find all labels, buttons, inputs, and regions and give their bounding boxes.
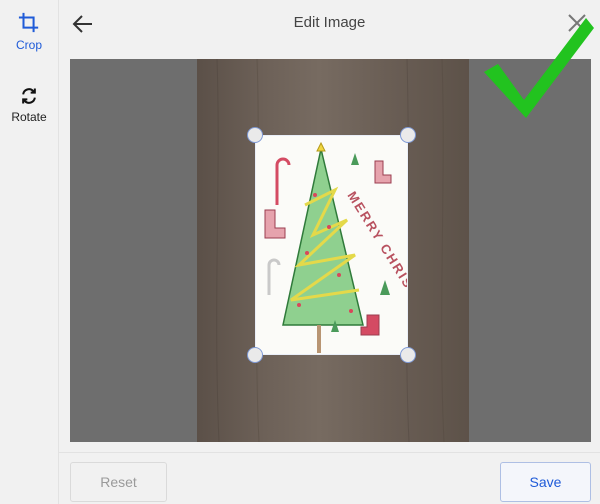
crop-handle-top-left[interactable] xyxy=(247,127,263,143)
rotate-tool-button[interactable]: Rotate xyxy=(0,86,58,124)
header-bar: Edit Image xyxy=(59,0,600,48)
crop-dim-left xyxy=(70,59,197,442)
close-icon xyxy=(568,14,586,32)
save-button[interactable]: Save xyxy=(500,462,591,502)
crop-handle-top-right[interactable] xyxy=(400,127,416,143)
crop-handle-bottom-left[interactable] xyxy=(247,347,263,363)
image-canvas: MERRY CHRISTMAS xyxy=(70,59,591,442)
reset-button[interactable]: Reset xyxy=(70,462,167,502)
crop-icon xyxy=(18,12,39,33)
crop-label: Crop xyxy=(15,38,42,52)
crop-handle-bottom-right[interactable] xyxy=(400,347,416,363)
rotate-label: Rotate xyxy=(11,110,47,124)
rotate-icon xyxy=(22,88,36,104)
close-button[interactable] xyxy=(566,12,588,34)
crop-tool-button[interactable]: Crop xyxy=(0,12,58,52)
footer-bar: Reset Save xyxy=(59,452,600,504)
tool-sidebar: Crop Rotate xyxy=(0,0,58,504)
crop-dim-right xyxy=(469,59,591,442)
crop-frame[interactable] xyxy=(255,135,408,355)
sidebar-divider xyxy=(58,0,59,504)
page-title: Edit Image xyxy=(293,14,366,31)
